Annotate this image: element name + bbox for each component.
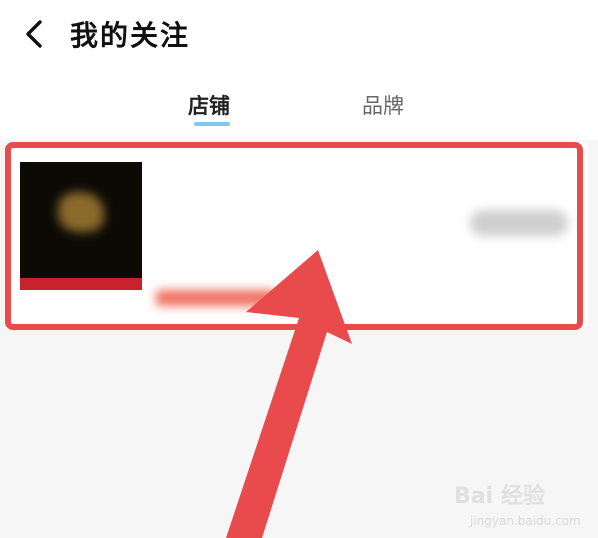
- watermark-logo: Bai 经验: [454, 484, 545, 509]
- promo-banner[interactable]: [156, 290, 276, 306]
- logo-emblem: [58, 192, 104, 232]
- back-button[interactable]: [18, 16, 54, 52]
- top-bar: 我的关注 店铺 品牌: [0, 0, 598, 140]
- shop-logo[interactable]: [20, 162, 142, 290]
- active-tab-indicator: [194, 122, 230, 126]
- chevron-left-icon: [26, 20, 42, 48]
- watermark-url: jingyan.baidu.com: [470, 514, 581, 528]
- page-title: 我的关注: [70, 19, 191, 52]
- tab-brands[interactable]: 品牌: [362, 90, 404, 120]
- follow-status-button[interactable]: [470, 210, 568, 236]
- tab-shops[interactable]: 店铺: [188, 90, 230, 120]
- logo-red-strip: [20, 278, 142, 290]
